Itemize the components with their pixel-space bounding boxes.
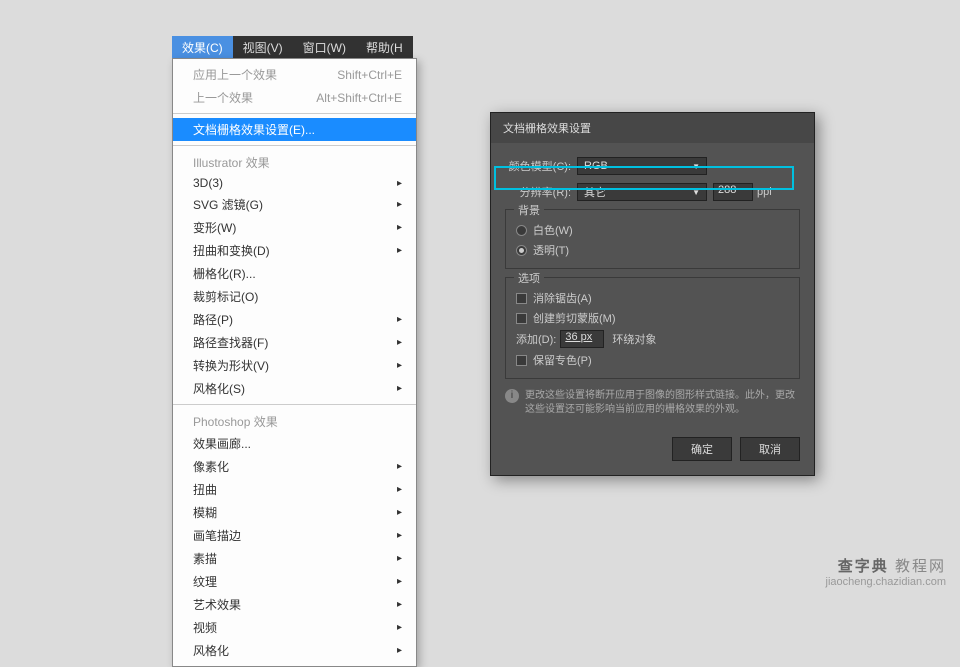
- chevron-right-icon: ▸: [397, 599, 402, 610]
- checkbox-icon: [516, 293, 527, 304]
- add-suffix: 环绕对象: [612, 331, 656, 347]
- options-group: 选项 消除锯齿(A) 创建剪切蒙版(M) 添加(D): 36 px 环绕对象 保…: [505, 277, 800, 379]
- bg-white-radio[interactable]: 白色(W): [516, 222, 789, 238]
- menu-stylize-ai[interactable]: 风格化(S)▸: [173, 377, 416, 400]
- menu-rasterize[interactable]: 栅格化(R)...: [173, 262, 416, 285]
- menu-shortcut: Alt+Shift+Ctrl+E: [316, 91, 402, 105]
- annotation-highlight: [494, 166, 794, 190]
- chevron-right-icon: ▸: [397, 622, 402, 633]
- separator: [173, 404, 416, 405]
- document-raster-settings[interactable]: 文档栅格效果设置(E)...: [173, 118, 416, 141]
- checkbox-icon: [516, 355, 527, 366]
- radio-icon: [516, 225, 527, 236]
- watermark: 查字典 教程网 jiaocheng.chazidian.com: [826, 555, 946, 588]
- menu-label: 文档栅格效果设置(E)...: [193, 121, 315, 138]
- menu-label: 应用上一个效果: [193, 66, 277, 83]
- chevron-right-icon: ▸: [397, 222, 402, 233]
- add-label: 添加(D):: [516, 331, 556, 347]
- bg-transparent-radio[interactable]: 透明(T): [516, 242, 789, 258]
- chevron-right-icon: ▸: [397, 178, 402, 189]
- add-input[interactable]: 36 px: [560, 330, 604, 348]
- menu-warp[interactable]: 变形(W)▸: [173, 216, 416, 239]
- chevron-right-icon: ▸: [397, 530, 402, 541]
- menu-view[interactable]: 视图(V): [233, 36, 293, 59]
- checkbox-icon: [516, 313, 527, 324]
- chevron-right-icon: ▸: [397, 383, 402, 394]
- menu-effect-gallery[interactable]: 效果画廊...: [173, 432, 416, 455]
- chevron-right-icon: ▸: [397, 337, 402, 348]
- chevron-right-icon: ▸: [397, 484, 402, 495]
- menu-distort-ps[interactable]: 扭曲▸: [173, 478, 416, 501]
- menu-help[interactable]: 帮助(H: [356, 36, 413, 59]
- chevron-right-icon: ▸: [397, 314, 402, 325]
- menu-label: 上一个效果: [193, 89, 253, 106]
- menu-shortcut: Shift+Ctrl+E: [337, 68, 402, 82]
- chevron-right-icon: ▸: [397, 245, 402, 256]
- background-group: 背景 白色(W) 透明(T): [505, 209, 800, 269]
- last-effect[interactable]: 上一个效果 Alt+Shift+Ctrl+E: [173, 86, 416, 109]
- menu-brush-strokes[interactable]: 画笔描边▸: [173, 524, 416, 547]
- chevron-right-icon: ▸: [397, 507, 402, 518]
- menu-video[interactable]: 视频▸: [173, 616, 416, 639]
- menubar: 效果(C) 视图(V) 窗口(W) 帮助(H: [172, 36, 413, 58]
- clipmask-checkbox[interactable]: 创建剪切蒙版(M): [516, 310, 789, 326]
- menu-svg-filter[interactable]: SVG 滤镜(G)▸: [173, 193, 416, 216]
- menu-window[interactable]: 窗口(W): [293, 36, 356, 59]
- menu-stylize-ps[interactable]: 风格化▸: [173, 639, 416, 662]
- info-note: i 更改这些设置将断开应用于图像的图形样式链接。此外，更改这些设置还可能影响当前…: [505, 389, 800, 417]
- chevron-right-icon: ▸: [397, 461, 402, 472]
- menu-blur[interactable]: 模糊▸: [173, 501, 416, 524]
- radio-icon: [516, 245, 527, 256]
- group-title: 选项: [514, 270, 544, 286]
- apply-last-effect[interactable]: 应用上一个效果 Shift+Ctrl+E: [173, 63, 416, 86]
- section-header-photoshop: Photoshop 效果: [173, 409, 416, 432]
- section-header-illustrator: Illustrator 效果: [173, 150, 416, 173]
- menu-path[interactable]: 路径(P)▸: [173, 308, 416, 331]
- chevron-right-icon: ▸: [397, 576, 402, 587]
- menu-effects[interactable]: 效果(C): [172, 36, 233, 59]
- chevron-right-icon: ▸: [397, 645, 402, 656]
- menu-texture[interactable]: 纹理▸: [173, 570, 416, 593]
- menu-3d[interactable]: 3D(3)▸: [173, 173, 416, 193]
- dialog-title: 文档栅格效果设置: [491, 113, 814, 143]
- cancel-button[interactable]: 取消: [740, 437, 800, 461]
- info-icon: i: [505, 389, 519, 403]
- menu-distort-transform[interactable]: 扭曲和变换(D)▸: [173, 239, 416, 262]
- separator: [173, 145, 416, 146]
- menu-crop-marks[interactable]: 裁剪标记(O): [173, 285, 416, 308]
- menu-pixelate[interactable]: 像素化▸: [173, 455, 416, 478]
- chevron-right-icon: ▸: [397, 199, 402, 210]
- chevron-right-icon: ▸: [397, 360, 402, 371]
- effects-menu: 应用上一个效果 Shift+Ctrl+E 上一个效果 Alt+Shift+Ctr…: [172, 58, 417, 667]
- ok-button[interactable]: 确定: [672, 437, 732, 461]
- chevron-right-icon: ▸: [397, 553, 402, 564]
- menu-convert-to-shape[interactable]: 转换为形状(V)▸: [173, 354, 416, 377]
- menu-pathfinder[interactable]: 路径查找器(F)▸: [173, 331, 416, 354]
- group-title: 背景: [514, 202, 544, 218]
- antialias-checkbox[interactable]: 消除锯齿(A): [516, 290, 789, 306]
- preserve-spot-checkbox[interactable]: 保留专色(P): [516, 352, 789, 368]
- menu-artistic[interactable]: 艺术效果▸: [173, 593, 416, 616]
- menu-sketch[interactable]: 素描▸: [173, 547, 416, 570]
- separator: [173, 113, 416, 114]
